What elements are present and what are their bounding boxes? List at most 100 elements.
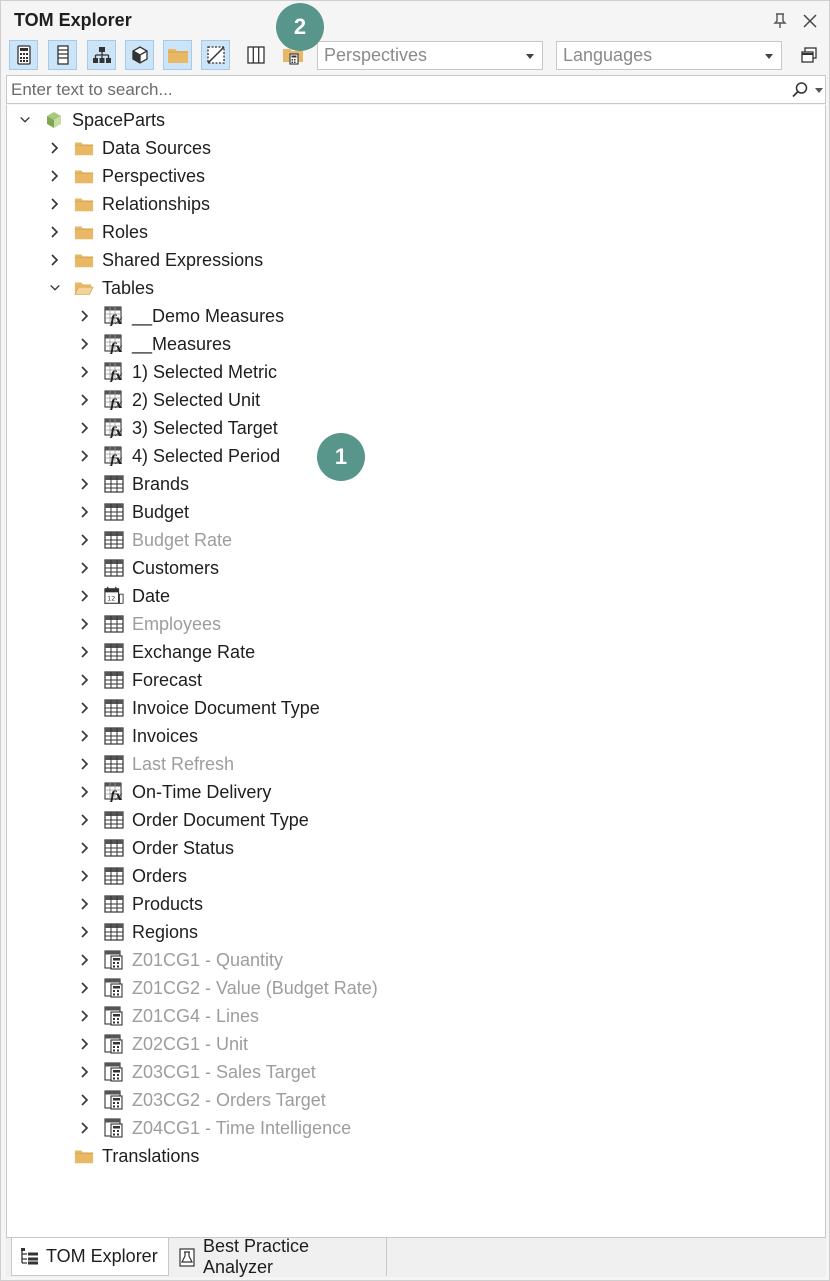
folder-icon [74,1146,94,1166]
show-partitions-button[interactable] [125,40,154,70]
window-title: TOM Explorer [14,10,132,30]
chevron-right-icon[interactable] [79,700,91,716]
tree-node-table[interactable]: Budget [79,498,189,526]
tree-node-table[interactable]: Budget Rate [79,526,232,554]
tree-node-table[interactable]: Invoice Document Type [79,694,320,722]
close-icon[interactable] [799,10,821,32]
chevron-right-icon[interactable] [79,1008,91,1024]
chevron-right-icon[interactable] [79,532,91,548]
chevron-right-icon[interactable] [79,868,91,884]
column-chooser-button[interactable] [241,40,270,70]
chevron-down-icon[interactable] [49,280,61,296]
languages-combo[interactable]: Languages [556,41,782,70]
tree-node-table[interactable]: Customers [79,554,219,582]
chevron-down-icon[interactable] [19,112,31,128]
tab-tom-explorer[interactable]: TOM Explorer [11,1238,169,1276]
tree-node-translations-folder[interactable]: Translations [49,1142,199,1170]
tree-node-table[interactable]: fx 2) Selected Unit [79,386,260,414]
measure-table-icon: fx [104,418,124,438]
chevron-right-icon[interactable] [79,840,91,856]
tree-node-label: Customers [132,557,220,578]
chevron-right-icon[interactable] [79,896,91,912]
tree-node-table[interactable]: Brands [79,470,189,498]
chevron-right-icon[interactable] [49,196,61,212]
tree-node-table[interactable]: Z03CG2 - Orders Target [79,1086,326,1114]
tree-node-tables-folder[interactable]: Tables [49,274,154,302]
tree-node-table[interactable]: fx 3) Selected Target [79,414,278,442]
search-icon[interactable] [791,81,811,99]
chevron-right-icon[interactable] [79,364,91,380]
tree-node-model[interactable]: SpaceParts [19,106,165,134]
search-options-chevron-icon[interactable] [815,88,823,93]
svg-text:fx: fx [109,397,123,410]
chevron-right-icon[interactable] [79,476,91,492]
tree-node-table[interactable]: Order Document Type [79,806,309,834]
chevron-right-icon[interactable] [79,924,91,940]
chevron-right-icon[interactable] [79,308,91,324]
tree-node-table[interactable]: Z04CG1 - Time Intelligence [79,1114,351,1142]
chevron-right-icon[interactable] [79,560,91,576]
tree-node-folder[interactable]: Perspectives [49,162,205,190]
chevron-right-icon[interactable] [49,168,61,184]
tree-node-table[interactable]: fx On-Time Delivery [79,778,271,806]
tree-node-table[interactable]: Forecast [79,666,202,694]
tree-node-table[interactable]: Z02CG1 - Unit [79,1030,248,1058]
folder-icon [74,194,94,214]
tree-node-table[interactable]: Exchange Rate [79,638,255,666]
show-columns-button[interactable] [48,40,77,70]
chevron-right-icon[interactable] [79,672,91,688]
chevron-right-icon[interactable] [79,448,91,464]
tree-node-folder[interactable]: Data Sources [49,134,211,162]
tree-node-table[interactable]: Z01CG4 - Lines [79,1002,259,1030]
tree-node-table[interactable]: Employees [79,610,221,638]
chevron-right-icon[interactable] [79,1120,91,1136]
show-hidden-button[interactable] [201,40,230,70]
tree-node-table[interactable]: fx __Measures [79,330,231,358]
tree-node-table[interactable]: fx 4) Selected Period [79,442,280,470]
tree-node-table[interactable]: Order Status [79,834,234,862]
tree-node-table[interactable]: Products [79,890,203,918]
chevron-right-icon[interactable] [79,980,91,996]
tree-node-table[interactable]: Z01CG2 - Value (Budget Rate) [79,974,378,1002]
chevron-right-icon[interactable] [79,588,91,604]
chevron-right-icon[interactable] [79,644,91,660]
display-folders-button[interactable] [163,40,192,70]
tree-node-folder[interactable]: Relationships [49,190,210,218]
tree-node-table[interactable]: Last Refresh [79,750,234,778]
tree-node-folder[interactable]: Roles [49,218,148,246]
chevron-right-icon[interactable] [49,224,61,240]
perspectives-combo[interactable]: Perspectives [317,41,543,70]
chevron-right-icon[interactable] [79,504,91,520]
chevron-right-icon[interactable] [79,616,91,632]
languages-combo-text: Languages [563,45,653,65]
chevron-right-icon[interactable] [79,952,91,968]
chevron-right-icon[interactable] [79,392,91,408]
pin-icon[interactable] [769,10,791,32]
tree-node-table[interactable]: Regions [79,918,198,946]
chevron-right-icon[interactable] [79,784,91,800]
search-input[interactable] [7,76,767,103]
chevron-right-icon[interactable] [79,1092,91,1108]
chevron-right-icon[interactable] [79,728,91,744]
show-measures-button[interactable] [9,40,38,70]
tree-node-table[interactable]: Invoices [79,722,198,750]
chevron-right-icon[interactable] [79,756,91,772]
tree-node-table[interactable]: fx __Demo Measures [79,302,284,330]
chevron-right-icon[interactable] [79,812,91,828]
tree-node-table[interactable]: Orders [79,862,187,890]
chevron-right-icon[interactable] [79,1064,91,1080]
tab-best-practice-analyzer[interactable]: Best Practice Analyzer [169,1236,387,1277]
calculation-group-icon [104,1034,124,1054]
chevron-right-icon[interactable] [49,140,61,156]
chevron-right-icon[interactable] [49,252,61,268]
tree-node-table[interactable]: Z01CG1 - Quantity [79,946,283,974]
chevron-right-icon[interactable] [79,420,91,436]
tree-node-table[interactable]: Z03CG1 - Sales Target [79,1058,316,1086]
tree-node-table[interactable]: fx 1) Selected Metric [79,358,277,386]
chevron-right-icon[interactable] [79,336,91,352]
show-hierarchies-button[interactable] [87,40,116,70]
new-window-icon[interactable] [794,40,823,70]
tree-node-table[interactable]: 12 Date [79,582,170,610]
chevron-right-icon[interactable] [79,1036,91,1052]
tree-node-folder[interactable]: Shared Expressions [49,246,263,274]
